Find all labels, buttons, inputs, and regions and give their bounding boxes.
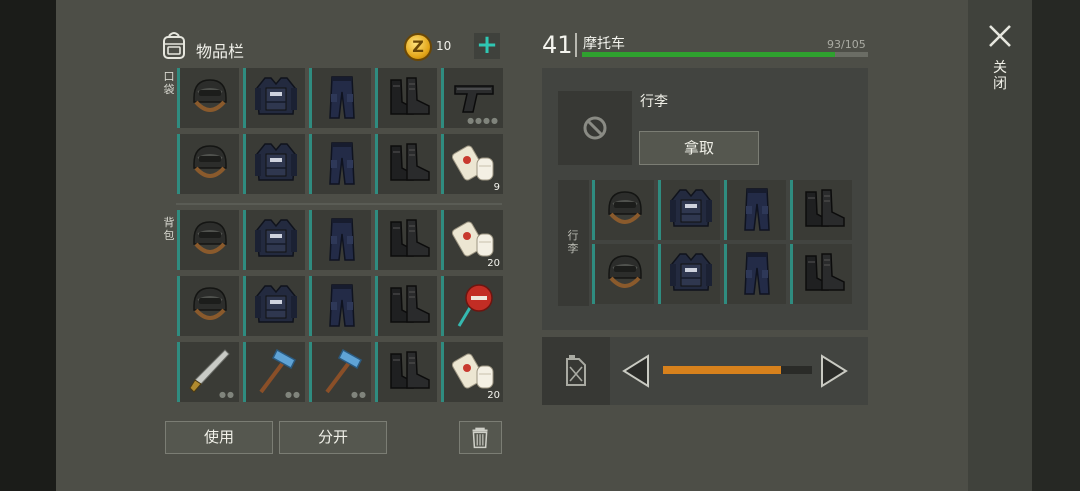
add-coins-button[interactable]: + [474, 32, 500, 59]
backpack-slot[interactable] [243, 210, 305, 270]
durability-dots: ●● [219, 390, 235, 399]
close-button[interactable] [986, 22, 1014, 50]
pocket-slot[interactable] [243, 68, 305, 128]
close-label: 关闭 [993, 60, 1007, 92]
vehicle-durability-bar [582, 52, 868, 57]
backpack-slot[interactable] [177, 276, 239, 336]
inventory-title: 物品栏 [196, 42, 245, 61]
backpack-slot[interactable]: 20 [441, 210, 503, 270]
use-button[interactable]: 使用 [165, 421, 273, 454]
backpack-slot[interactable]: ●● [177, 342, 239, 402]
pocket-slot[interactable] [177, 68, 239, 128]
trunk-slot[interactable] [790, 244, 852, 304]
trunk-title: 行李 [640, 94, 668, 110]
fuel-can-slot [542, 337, 610, 405]
trunk-slot[interactable] [658, 244, 720, 304]
pocket-slot[interactable] [243, 134, 305, 194]
vehicle-name: 摩托车 [583, 36, 625, 52]
backpack-slot[interactable] [243, 276, 305, 336]
backpack-slot[interactable] [375, 276, 437, 336]
take-button[interactable]: 拿取 [639, 131, 759, 165]
backpack-slot[interactable] [375, 210, 437, 270]
item-count: 9 [493, 182, 500, 193]
trash-icon [472, 427, 488, 449]
backpack-slot[interactable] [375, 342, 437, 402]
trunk-slot[interactable] [658, 180, 720, 240]
pocket-slot[interactable] [309, 68, 371, 128]
item-count: 20 [487, 258, 500, 269]
backpack-slot[interactable]: ●● [309, 342, 371, 402]
backpack-label: 背包 [163, 216, 175, 242]
vehicle-durability-fill [582, 52, 836, 57]
trunk-slot[interactable] [592, 244, 654, 304]
pockets-label: 口袋 [163, 70, 175, 96]
split-button[interactable]: 分开 [279, 421, 387, 454]
backpack-slot[interactable]: 20 [441, 342, 503, 402]
fuel-can-icon [566, 355, 586, 386]
screen-edge [1032, 0, 1080, 491]
durability-dots: ●●●● [467, 116, 499, 125]
pocket-slot[interactable]: ●●●● [441, 68, 503, 128]
durability-dots: ●● [285, 390, 301, 399]
section-divider [176, 203, 502, 205]
pocket-slot[interactable] [375, 68, 437, 128]
fuel-level-fill [663, 366, 781, 374]
vehicle-durability: 93/105 [827, 38, 866, 51]
trunk-slot[interactable] [790, 180, 852, 240]
no-entry-icon [583, 116, 607, 140]
backpack-slot[interactable] [177, 210, 239, 270]
fuel-level-bar [663, 366, 812, 374]
backpack-slot[interactable] [441, 276, 503, 336]
item-count: 20 [487, 390, 500, 401]
level-separator [575, 33, 577, 57]
pocket-slot[interactable] [177, 134, 239, 194]
backpack-slot[interactable] [309, 210, 371, 270]
trunk-slot[interactable] [724, 180, 786, 240]
arrow-left-icon [622, 354, 649, 388]
arrow-right-icon [821, 354, 848, 388]
coin-count: 10 [436, 39, 452, 53]
fuel-increase-button[interactable] [820, 354, 850, 388]
pocket-slot[interactable]: 9 [441, 134, 503, 194]
trunk-slot[interactable] [592, 180, 654, 240]
backpack-slot[interactable]: ●● [243, 342, 305, 402]
backpack-slot[interactable] [309, 276, 371, 336]
durability-dots: ●● [351, 390, 367, 399]
fuel-decrease-button[interactable] [620, 354, 650, 388]
close-icon [989, 25, 1011, 47]
vehicle-level: 41 [542, 31, 573, 59]
backpack-icon [160, 30, 188, 60]
pocket-slot[interactable] [309, 134, 371, 194]
trunk-slot[interactable] [724, 244, 786, 304]
trunk-label: 行李 [567, 229, 579, 255]
pocket-slot[interactable] [375, 134, 437, 194]
coin-icon: Z [404, 33, 432, 61]
trash-button[interactable] [459, 421, 502, 454]
trunk-image-slot [558, 91, 632, 165]
